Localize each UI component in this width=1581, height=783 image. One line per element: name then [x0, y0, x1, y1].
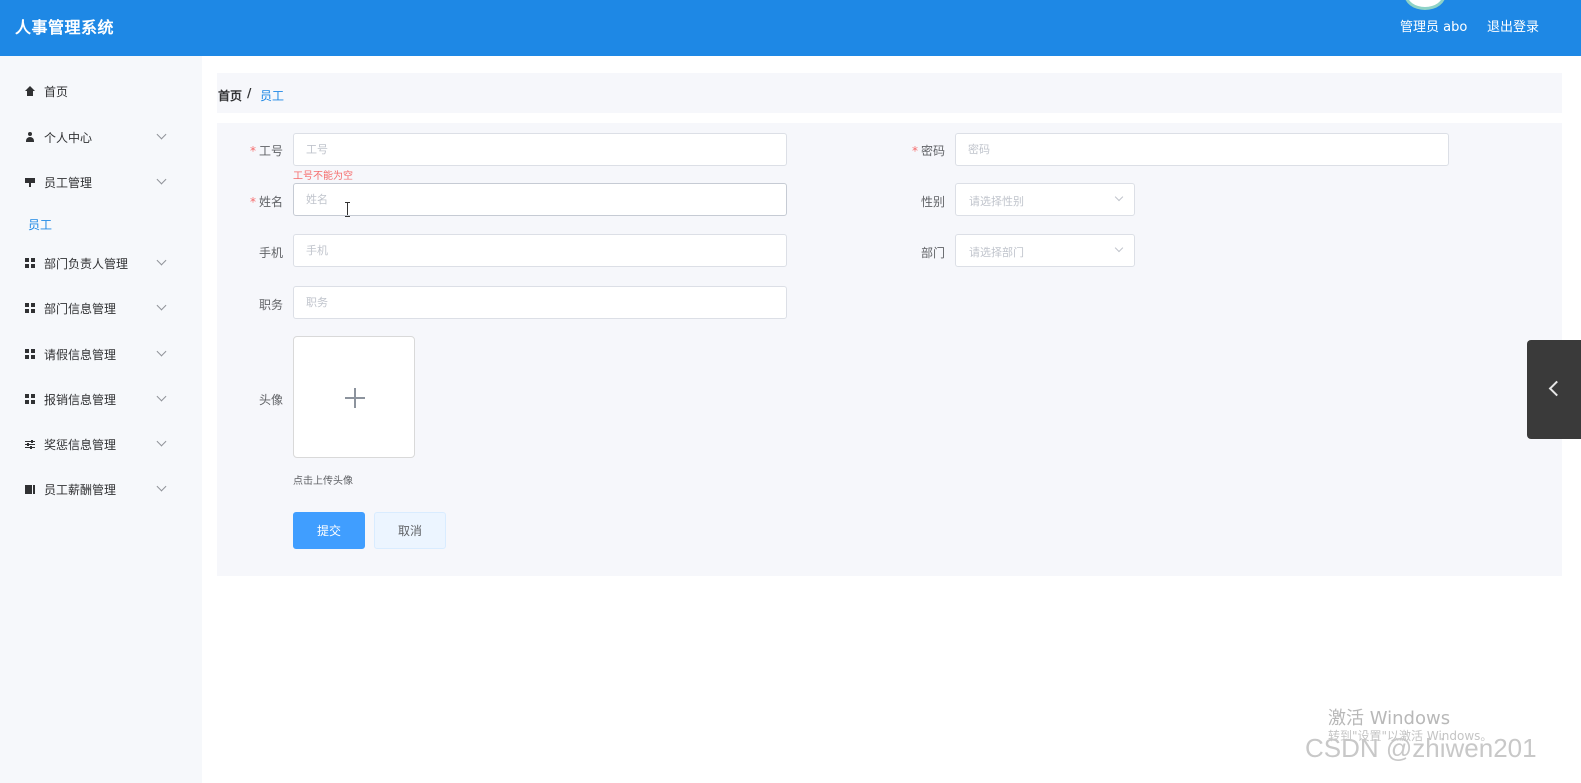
password-label: * 密码	[911, 144, 945, 158]
sliders-icon	[24, 438, 36, 450]
sidebar-item-label: 报销信息管理	[44, 392, 117, 407]
chevron-down-icon	[156, 255, 167, 266]
chevron-down-icon	[1114, 192, 1124, 202]
chevron-down-icon	[156, 300, 167, 311]
sidebar-item-home[interactable]: 首页	[0, 76, 202, 106]
sidebar-item-label: 部门负责人管理	[44, 256, 129, 271]
breadcrumb-home[interactable]: 首页	[218, 87, 242, 104]
sidebar-item-reimbursement-management[interactable]: 报销信息管理	[0, 384, 202, 414]
sidebar-item-employee-management[interactable]: 员工管理	[0, 167, 202, 197]
app-title: 人事管理系统	[15, 18, 115, 37]
chevron-down-icon	[156, 481, 167, 492]
sidebar-item-dept-info-management[interactable]: 部门信息管理	[0, 293, 202, 323]
sidebar-item-label: 奖惩信息管理	[44, 437, 117, 452]
csdn-watermark: CSDN @zhiwen201	[1305, 733, 1537, 763]
department-select[interactable]: 请选择部门	[955, 234, 1135, 267]
chevron-down-icon	[156, 436, 167, 447]
department-label: 部门	[920, 246, 945, 260]
grid-icon	[24, 393, 36, 405]
required-mark: *	[911, 144, 918, 158]
employee-id-error: 工号不能为空	[293, 171, 353, 182]
house-icon	[24, 85, 36, 97]
sidebar-item-label: 员工薪酬管理	[44, 482, 117, 497]
sidebar-item-label: 员工管理	[44, 175, 93, 190]
sidebar	[0, 56, 202, 783]
sidebar-item-label: 首页	[44, 84, 69, 99]
position-label: 职务	[258, 298, 283, 312]
employee-id-input[interactable]	[293, 133, 787, 166]
required-mark: *	[249, 144, 256, 158]
phone-input[interactable]	[293, 234, 787, 267]
avatar-label: 头像	[258, 393, 283, 407]
chevron-down-icon	[1114, 243, 1124, 253]
sidebar-item-label: 部门信息管理	[44, 301, 117, 316]
password-input[interactable]	[955, 133, 1449, 166]
drawer-toggle-button[interactable]	[1527, 340, 1581, 439]
avatar[interactable]	[1404, 0, 1446, 10]
name-input[interactable]	[293, 183, 787, 216]
chevron-left-icon	[1548, 380, 1565, 397]
chevron-down-icon	[156, 346, 167, 357]
department-select-placeholder: 请选择部门	[969, 246, 1024, 259]
sidebar-item-label: 个人中心	[44, 130, 93, 145]
sidebar-item-leave-management[interactable]: 请假信息管理	[0, 339, 202, 369]
gender-select-placeholder: 请选择性别	[969, 195, 1024, 208]
avatar-upload-tip: 点击上传头像	[293, 476, 353, 487]
tv-icon	[24, 176, 36, 188]
phone-label: 手机	[258, 246, 283, 260]
logout-link[interactable]: 退出登录	[1487, 16, 1539, 35]
user-icon	[24, 131, 36, 143]
current-user-label: 管理员 abo	[1400, 20, 1468, 35]
submit-button[interactable]: 提交	[293, 512, 365, 549]
chevron-down-icon	[156, 174, 167, 185]
gender-select[interactable]: 请选择性别	[955, 183, 1135, 216]
name-label: * 姓名	[249, 195, 283, 209]
grid-icon	[24, 348, 36, 360]
cancel-button[interactable]: 取消	[374, 512, 446, 549]
plus-icon	[345, 388, 365, 408]
sidebar-subitem-employee[interactable]: 员工	[28, 216, 52, 233]
gender-label: 性别	[920, 195, 945, 209]
top-header: 人事管理系统 管理员 abo 退出登录	[0, 0, 1581, 56]
position-input[interactable]	[293, 286, 787, 319]
sidebar-item-personal-center[interactable]: 个人中心	[0, 122, 202, 152]
sidebar-item-dept-head-management[interactable]: 部门负责人管理	[0, 248, 202, 278]
sidebar-item-salary-management[interactable]: 员工薪酬管理	[0, 474, 202, 504]
required-mark: *	[249, 195, 256, 209]
chevron-down-icon	[156, 129, 167, 140]
grid-icon	[24, 257, 36, 269]
breadcrumb-current: 员工	[260, 89, 285, 103]
sidebar-item-label: 请假信息管理	[44, 347, 117, 362]
breadcrumb	[217, 73, 1562, 113]
employee-id-label: * 工号	[249, 144, 283, 158]
money-icon	[24, 483, 36, 495]
breadcrumb-separator: /	[247, 86, 252, 100]
grid-icon	[24, 302, 36, 314]
avatar-uploader[interactable]	[293, 336, 415, 458]
chevron-down-icon	[156, 391, 167, 402]
sidebar-item-reward-management[interactable]: 奖惩信息管理	[0, 429, 202, 459]
text-cursor-icon	[345, 202, 350, 217]
